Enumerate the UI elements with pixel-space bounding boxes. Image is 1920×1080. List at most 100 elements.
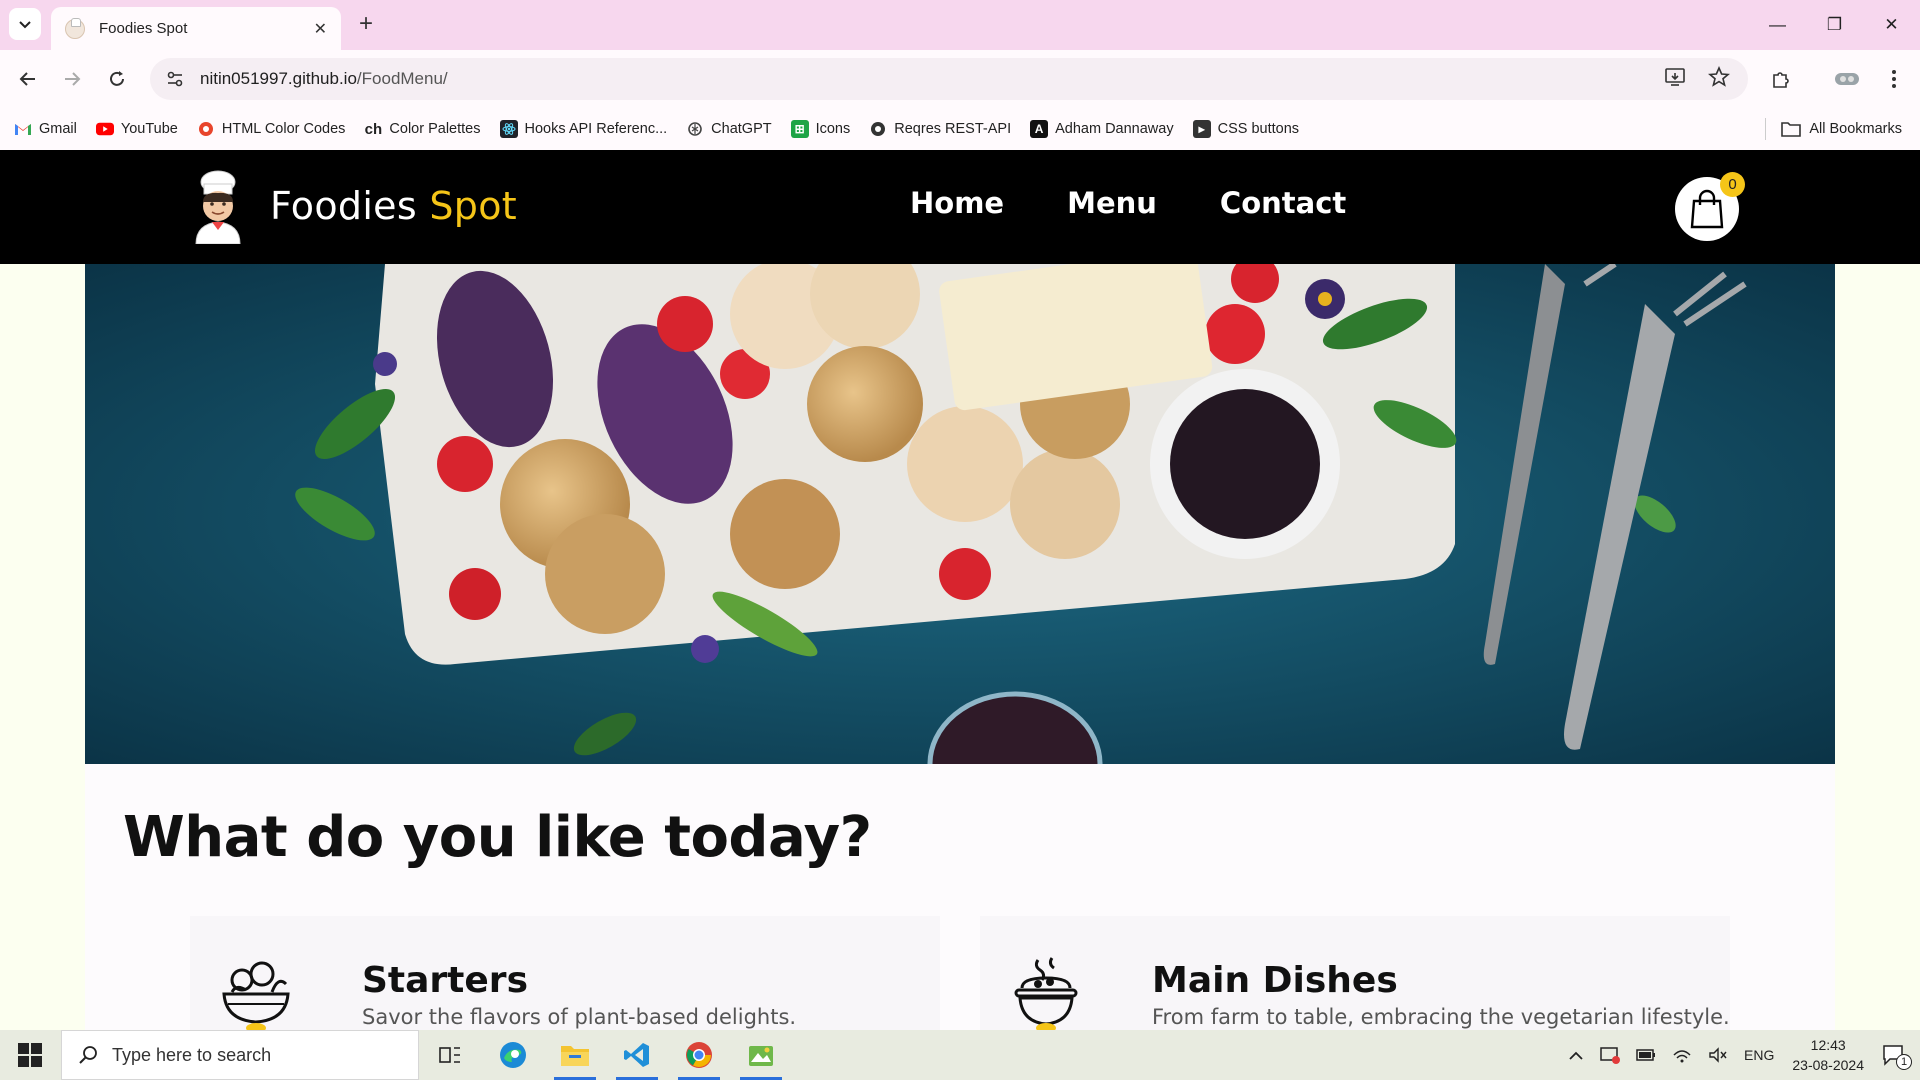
category-card-starters[interactable]: Starters Savor the flavors of plant-base… [190,916,940,1030]
all-bookmarks-button[interactable]: All Bookmarks [1765,108,1902,150]
chef-logo-icon[interactable] [190,168,246,244]
install-app-icon[interactable] [1664,66,1686,93]
forward-arrow-icon[interactable] [57,64,87,94]
taskbar-clock[interactable]: 12:43 23-08-2024 [1792,1035,1864,1075]
notification-center-icon[interactable]: 1 [1882,1044,1912,1070]
bookmark-html-color-codes[interactable]: HTML Color Codes [197,120,346,138]
speaker-muted-icon[interactable] [1708,1047,1728,1063]
close-tab-icon[interactable]: ✕ [314,19,327,39]
security-icon[interactable] [1600,1046,1621,1064]
bookmark-label: Hooks API Referenc... [524,121,668,137]
close-window-icon[interactable]: ✕ [1863,0,1920,50]
bookmark-gmail[interactable]: Gmail [14,120,77,138]
bookmark-adham-dannaway[interactable]: A Adham Dannaway [1030,120,1174,138]
taskbar-search-input[interactable]: Type here to search [61,1030,419,1080]
brand-accent: Spot [429,184,517,228]
icons-icon: ⊞ [790,120,809,138]
react-icon [499,120,518,138]
language-indicator[interactable]: ENG [1744,1047,1774,1063]
bookmarks-bar: Gmail YouTube HTML Color Codes ch Color P… [0,108,1920,150]
tab-search-button[interactable] [9,8,41,40]
bookmark-color-palettes[interactable]: ch Color Palettes [364,120,481,138]
clock-time: 12:43 [1810,1037,1846,1053]
chrome-icon[interactable] [672,1030,726,1080]
search-icon [79,1046,97,1064]
card-description: From farm to table, embracing the vegeta… [1152,1005,1730,1029]
category-card-main-dishes[interactable]: Main Dishes From farm to table, embracin… [980,916,1730,1030]
nav-contact-link[interactable]: Contact [1220,186,1346,220]
bookmark-star-icon[interactable] [1707,65,1731,93]
restore-icon[interactable]: ❐ [1806,0,1863,50]
card-title: Main Dishes [1152,960,1398,1001]
battery-icon[interactable] [1636,1049,1656,1061]
tab-title: Foodies Spot [99,20,188,37]
html-color-codes-icon [197,120,215,138]
new-tab-button[interactable]: + [352,10,380,38]
notification-count-badge: 1 [1896,1054,1912,1070]
wifi-icon[interactable] [1672,1047,1692,1063]
bookmark-label: HTML Color Codes [221,121,346,137]
photo-app-icon[interactable] [734,1030,788,1080]
reqres-icon [869,120,887,138]
all-bookmarks-label: All Bookmarks [1809,121,1902,137]
browser-menu-icon[interactable] [1879,64,1909,94]
task-view-icon[interactable] [423,1030,477,1080]
brand-name[interactable]: Foodies Spot [270,184,517,228]
bookmark-css-buttons[interactable]: ▸ CSS buttons [1192,120,1300,138]
brand-main: Foodies [270,184,417,228]
reload-icon[interactable] [102,64,132,94]
back-arrow-icon[interactable] [13,64,43,94]
card-title: Starters [362,960,528,1001]
bookmark-label: Color Palettes [389,121,481,137]
browser-tab[interactable]: Foodies Spot ✕ [51,7,341,50]
chef-favicon-icon [65,17,85,39]
nav-menu-link[interactable]: Menu [1067,186,1157,220]
file-explorer-icon[interactable] [548,1030,602,1080]
bookmark-label: Gmail [39,121,77,137]
bookmark-label: YouTube [120,121,178,137]
cart-count-badge: 0 [1720,172,1745,197]
minimize-icon[interactable]: — [1749,0,1806,50]
url-path: /FoodMenu/ [356,69,448,88]
folder-icon [1781,122,1802,137]
bookmark-label: ChatGPT [711,121,772,137]
salad-bowl-icon [222,961,290,1030]
nav-home-link[interactable]: Home [910,186,1004,220]
shopping-bag-icon [1690,189,1724,229]
gmail-icon [14,120,32,138]
bookmark-label: Icons [815,121,851,137]
url-text: nitin051997.github.io/FoodMenu/ [200,69,1664,89]
url-host: nitin051997.github.io [200,69,357,88]
hero-food-image [85,264,1835,764]
bookmark-label: Reqres REST-API [894,121,1012,137]
vscode-icon[interactable] [610,1030,664,1080]
color-palettes-icon: ch [364,120,383,138]
edge-browser-icon[interactable] [486,1030,540,1080]
page-headline: What do you like today? [123,805,872,870]
bookmark-hooks-api[interactable]: Hooks API Referenc... [499,120,668,138]
extensions-puzzle-icon[interactable] [1766,64,1796,94]
windows-taskbar: Type here to search ENG 12:43 23-08-2024… [0,1030,1920,1080]
system-tray: ENG 12:43 23-08-2024 1 [1560,1030,1920,1080]
window-controls: — ❐ ✕ [1749,0,1920,50]
windows-start-icon[interactable] [18,1043,42,1067]
bookmark-chatgpt[interactable]: ChatGPT [686,120,772,138]
site-settings-icon[interactable] [164,68,186,90]
main-nav: Home Menu Contact [910,186,1346,220]
clock-date: 23-08-2024 [1792,1057,1864,1073]
chevron-up-icon[interactable] [1568,1050,1584,1060]
card-description: Savor the flavors of plant-based delight… [362,1005,797,1029]
bookmark-label: CSS buttons [1217,121,1300,137]
tab-strip: Foodies Spot ✕ + — ❐ ✕ [0,0,1920,50]
css-buttons-icon: ▸ [1192,120,1211,138]
chatgpt-icon [686,120,704,138]
bookmark-reqres[interactable]: Reqres REST-API [869,120,1011,138]
adham-icon: A [1030,120,1049,138]
search-placeholder: Type here to search [112,1044,272,1065]
bookmark-youtube[interactable]: YouTube [95,120,178,138]
profile-avatar[interactable] [1832,64,1862,94]
bookmark-icons[interactable]: ⊞ Icons [790,120,851,138]
chevron-down-icon [19,21,31,29]
cooking-pot-icon [1014,957,1078,1030]
address-bar[interactable]: nitin051997.github.io/FoodMenu/ [150,58,1748,100]
